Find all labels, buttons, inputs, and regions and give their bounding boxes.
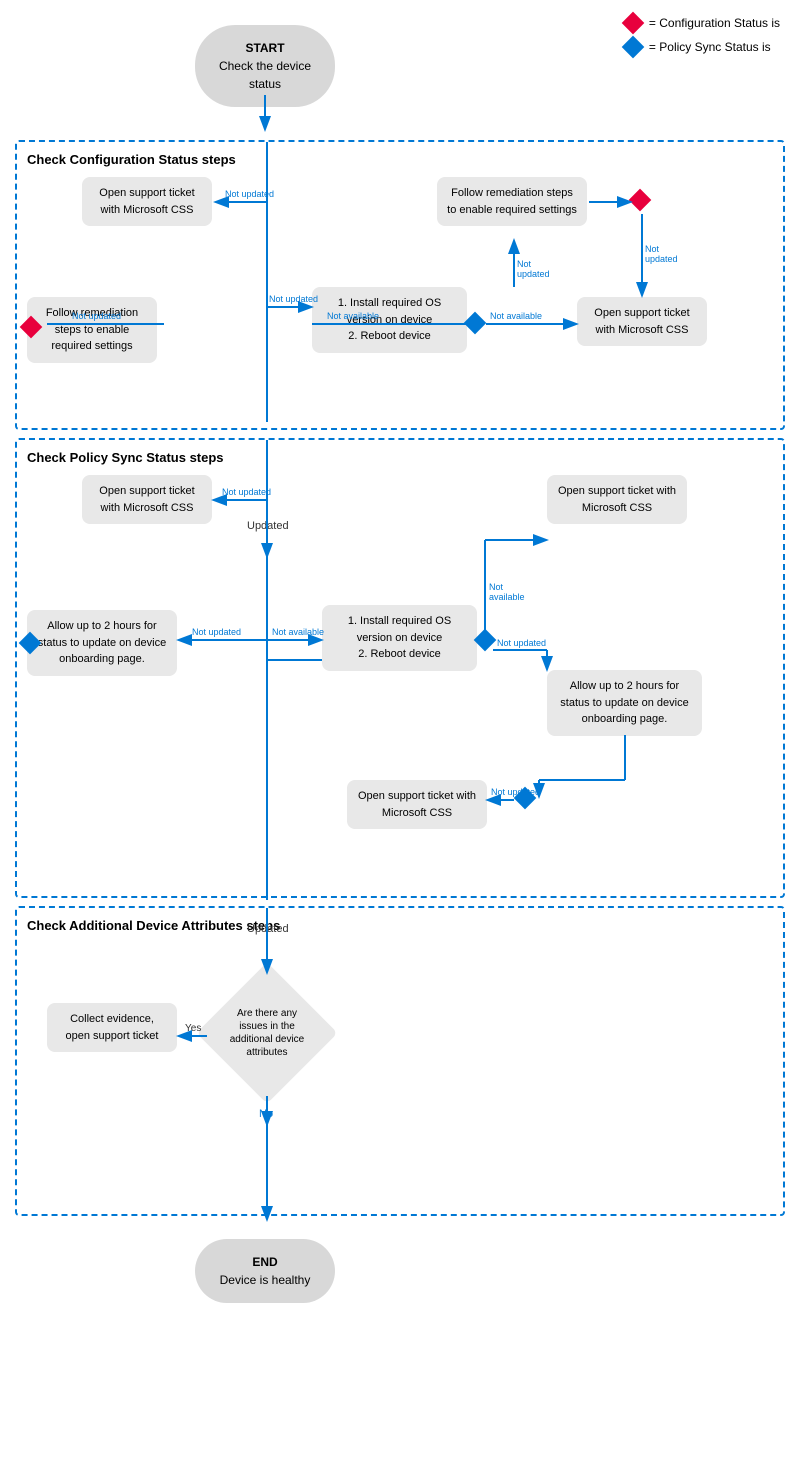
- policy-allow-2hr-right: Allow up to 2 hours for status to update…: [547, 670, 702, 736]
- svg-text:available: available: [489, 592, 525, 602]
- section-config-title: Check Configuration Status steps: [27, 152, 773, 167]
- config-install-os: 1. Install required OS version on device…: [312, 287, 467, 353]
- start-area: START Check the device status: [10, 10, 800, 140]
- policy-open-support-right-top: Open support ticket with Microsoft CSS: [547, 475, 687, 524]
- start-arrow: [10, 10, 800, 140]
- end-line2: Device is healthy: [207, 1271, 323, 1289]
- svg-text:Not: Not: [517, 259, 532, 269]
- end-line1: END: [207, 1253, 323, 1271]
- config-follow-remediation-top-right: Follow remediation steps to enable requi…: [437, 177, 587, 226]
- policy-install-os: 1. Install required OS version on device…: [322, 605, 477, 671]
- policy-updated-label: Updated: [247, 520, 289, 532]
- svg-text:Not updated: Not updated: [222, 487, 271, 497]
- svg-text:Not available: Not available: [490, 311, 542, 321]
- svg-text:Not: Not: [645, 244, 660, 254]
- policy-diamond-blue-bottom-right: [517, 790, 535, 808]
- policy-diamond-blue-left: [22, 635, 40, 653]
- svg-text:Not updated: Not updated: [497, 638, 546, 648]
- policy-open-support-left: Open support ticket with Microsoft CSS: [82, 475, 212, 524]
- attributes-diamond-container: Are there any issues in the additional d…: [207, 973, 327, 1093]
- svg-text:Not available: Not available: [272, 627, 324, 637]
- attributes-collect-evidence: Collect evidence, open support ticket: [47, 1003, 177, 1052]
- config-open-support-bottom-right: Open support ticket with Microsoft CSS: [577, 297, 707, 346]
- section-config: Check Configuration Status steps Open su…: [15, 140, 785, 430]
- attributes-updated-label: Updated: [247, 923, 289, 935]
- section-attributes-title: Check Additional Device Attributes steps: [27, 918, 773, 933]
- policy-diamond-blue-center: [477, 632, 495, 650]
- attributes-no-label: No: [259, 1108, 273, 1120]
- config-diamond-red-top: [632, 192, 652, 212]
- section3-arrows: Yes: [17, 908, 783, 1214]
- policy-allow-2hr-left: Allow up to 2 hours for status to update…: [27, 610, 177, 676]
- end-node: END Device is healthy: [195, 1239, 335, 1303]
- section-policy: Check Policy Sync Status steps Open supp…: [15, 438, 785, 898]
- svg-text:Not updated: Not updated: [225, 189, 274, 199]
- svg-text:updated: updated: [645, 254, 678, 264]
- end-area: END Device is healthy: [10, 1224, 800, 1344]
- policy-open-support-bottom: Open support ticket with Microsoft CSS: [347, 780, 487, 829]
- svg-text:Not: Not: [489, 582, 504, 592]
- config-diamond-blue-center: [467, 315, 485, 333]
- svg-text:Not updated: Not updated: [269, 294, 318, 304]
- section-attributes: Check Additional Device Attributes steps…: [15, 906, 785, 1216]
- config-open-support-top-left: Open support ticket with Microsoft CSS: [82, 177, 212, 226]
- section-policy-title: Check Policy Sync Status steps: [27, 450, 773, 465]
- svg-text:updated: updated: [517, 269, 550, 279]
- config-diamond-red-left: [23, 319, 43, 339]
- attributes-diamond-text: Are there any issues in the additional d…: [225, 1004, 310, 1062]
- svg-text:Not updated: Not updated: [192, 627, 241, 637]
- config-follow-remediation-bottom-left: Follow remediation steps to enable requi…: [27, 297, 157, 363]
